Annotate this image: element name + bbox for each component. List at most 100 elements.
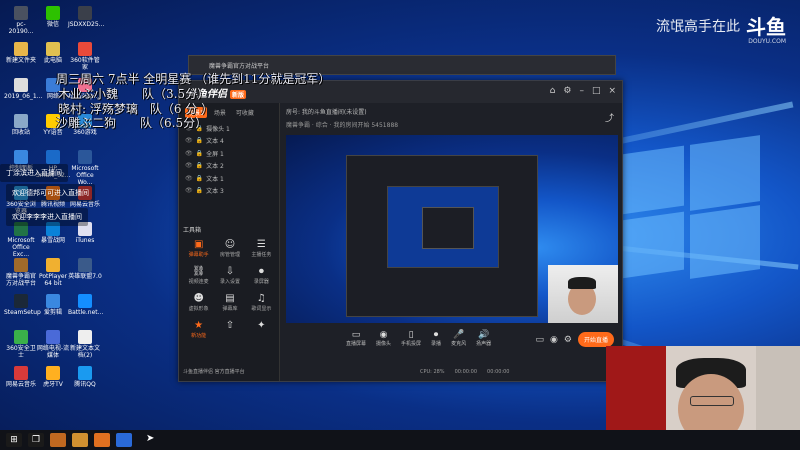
bottom-note: 斗鱼直播伴侣 官方直播平台 — [183, 369, 245, 375]
visibility-eye-icon[interactable]: 👁 — [185, 150, 193, 157]
tool-label: 房管管理 — [219, 252, 240, 258]
danmaku-icon: ▣ — [193, 239, 204, 250]
desktop-icon[interactable]: 新建文件夹 — [4, 42, 38, 64]
settings-icon[interactable]: ⚙ — [564, 335, 572, 345]
desktop-icon[interactable]: 新建文本文档(2) — [68, 330, 102, 359]
desktop-icon[interactable]: 爱剪辑 — [36, 294, 70, 316]
source-item[interactable]: 👁 🔒 文本 3 — [179, 185, 279, 198]
stream-control[interactable]: ▯ 手机投屏 — [401, 330, 421, 347]
tool-button[interactable]: ▤ 弹幕库 — [214, 293, 245, 312]
desktop-icon[interactable]: pc-20190... — [4, 6, 38, 35]
window-title: 魔兽争霸官方对战平台 — [209, 63, 270, 70]
desktop-icon[interactable]: 虎牙TV — [36, 366, 70, 388]
control-label: 麦克风 — [451, 340, 467, 347]
tool-button[interactable]: ⏺ 录屏器 — [246, 266, 277, 285]
tool-label: 录入设置 — [219, 279, 240, 285]
desktop-icon[interactable]: Microsoft Office Exc... — [4, 222, 38, 258]
desktop-icon[interactable]: Microsoft Office Wo... — [68, 150, 102, 186]
desktop-icon[interactable]: 2019_06_1... — [4, 78, 42, 100]
desktop-icon-label: 新建文件夹 — [5, 57, 36, 64]
desktop-icon-label: 暴雪战网 — [40, 237, 65, 244]
desktop-icon-label: 360软件管家 — [70, 57, 100, 71]
lock-icon[interactable]: 🔒 — [196, 175, 203, 182]
lock-icon[interactable]: 🔒 — [196, 150, 203, 157]
douyu-companion-window[interactable]: 斗鱼伴侣 新版 ⌂ ⚙ – □ × 场景1 场景 可收藏 👁 🔒 摄像头 1 👁 🔒 文本 4 👁… — [178, 80, 623, 382]
desktop-icon[interactable]: 回收站 — [4, 114, 38, 136]
desktop-icon[interactable]: PotPlayer 64 bit — [36, 258, 70, 287]
file-icon — [78, 6, 92, 20]
desktop-icon[interactable]: 360安全卫士 — [4, 330, 38, 359]
stream-preview[interactable] — [286, 135, 618, 323]
desktop-icon[interactable]: SteamSetup — [4, 294, 41, 316]
minimize-icon[interactable]: – — [579, 86, 584, 96]
scene-tab[interactable]: 场景 — [211, 107, 229, 118]
desktop-icon[interactable]: 360软件管家 — [68, 42, 102, 71]
task-view-icon[interactable]: ❐ — [28, 433, 44, 447]
maximize-icon[interactable]: □ — [592, 86, 601, 96]
tool-button[interactable]: ▣ 弹幕助手 — [183, 239, 214, 258]
desktop-icon-label: 虎牙TV — [43, 381, 63, 388]
desktop-icon[interactable]: 网易云音乐 — [4, 366, 38, 388]
stream-control[interactable]: 🔊 扬声器 — [476, 330, 491, 347]
download-icon: ⇩ — [225, 266, 235, 277]
tool-button[interactable]: ⛓ 视频连麦 — [183, 266, 214, 285]
source-item[interactable]: 👁 🔒 文本 4 — [179, 135, 279, 148]
tool-label: 主播任务 — [251, 252, 272, 258]
desktop-icon[interactable]: 微信 — [36, 6, 70, 28]
pc-icon — [46, 42, 60, 56]
desktop-icon[interactable]: 腾讯QQ — [68, 366, 102, 388]
visibility-eye-icon[interactable]: 👁 — [185, 175, 193, 182]
tool-label: 视频连麦 — [188, 279, 209, 285]
desktop-icon[interactable]: 网络电视-流媒体 — [36, 330, 70, 359]
lock-icon[interactable]: 🔒 — [196, 137, 203, 144]
gift-icon[interactable]: ⌂ — [550, 86, 556, 96]
app-icon[interactable] — [116, 433, 132, 447]
tool-button[interactable]: ☺ 房管管理 — [214, 239, 245, 258]
source-item[interactable]: 👁 🔒 文本 1 — [179, 172, 279, 185]
user-icon: ☺ — [224, 239, 236, 250]
stream-control[interactable]: ▭ 直播屏幕 — [346, 330, 366, 347]
visibility-eye-icon[interactable]: 👁 — [185, 162, 193, 169]
visibility-eye-icon[interactable]: 👁 — [185, 137, 193, 144]
tool-label: 弹幕助手 — [188, 252, 209, 258]
warcraft-icon[interactable] — [72, 433, 88, 447]
eye-icon[interactable]: ◉ — [550, 335, 558, 345]
control-label: 扬声器 — [476, 340, 492, 347]
webcam-feed — [606, 346, 800, 430]
obs-app-icon[interactable] — [50, 433, 66, 447]
start-live-button[interactable]: 开始直播 — [577, 332, 614, 347]
scene-list: 👁 🔒 摄像头 1 👁 🔒 文本 4 👁 🔒 全屏 1 👁 🔒 文本 2 👁 🔒 文本 1 👁 🔒 文本 3 — [179, 122, 279, 197]
status-text: CPU: 28% — [420, 369, 445, 375]
desktop-icon[interactable]: 英雄联盟7.0 — [68, 258, 102, 280]
source-item[interactable]: 👁 🔒 全屏 1 — [179, 147, 279, 160]
settings-icon[interactable]: ⚙ — [563, 86, 571, 96]
douyu-icon[interactable] — [94, 433, 110, 447]
source-item[interactable]: 👁 🔒 文本 2 — [179, 160, 279, 173]
visibility-eye-icon[interactable]: 👁 — [185, 187, 193, 194]
desktop-icon-label: 360安全卫士 — [6, 345, 36, 359]
windows-start-icon[interactable]: ⊞ — [6, 433, 22, 447]
desktop-icon-label: 新建文本文档(2) — [69, 345, 100, 359]
share-icon[interactable]: ⤴ — [605, 111, 614, 124]
desktop-icon-label: 魔兽争霸官方对战平台 — [5, 273, 36, 287]
desktop-icon[interactable]: Battle.net... — [68, 294, 103, 316]
record-icon: ⏺ — [433, 329, 439, 340]
stream-control[interactable]: 🎤 麦克风 — [451, 330, 466, 347]
tool-button[interactable]: ☰ 主播任务 — [246, 239, 277, 258]
desktop-icon[interactable]: 此电脑 — [36, 42, 70, 64]
desktop-icon[interactable]: JSDXXD25... — [68, 6, 104, 28]
tool-button[interactable]: ⇩ 录入设置 — [214, 266, 245, 285]
tool-button[interactable]: ♫ 歌词显示 — [246, 293, 277, 312]
desktop-icon[interactable]: 魔兽争霸官方对战平台 — [4, 258, 38, 287]
close-icon[interactable]: × — [608, 86, 616, 96]
camera-icon[interactable]: ▭ — [536, 335, 545, 345]
lock-icon[interactable]: 🔒 — [196, 187, 203, 194]
scene-tab[interactable]: 可收藏 — [233, 107, 257, 118]
lock-icon[interactable]: 🔒 — [196, 162, 203, 169]
app-icon — [78, 258, 92, 272]
mouse-cursor-icon: ➤ — [146, 433, 155, 444]
stream-control[interactable]: ◉ 摄像头 — [376, 330, 391, 347]
link-icon: ⛓ — [192, 266, 206, 277]
tool-button[interactable]: ☻ 虚拟形象 — [183, 293, 214, 312]
stream-control[interactable]: ⏺ 录播 — [431, 330, 441, 347]
